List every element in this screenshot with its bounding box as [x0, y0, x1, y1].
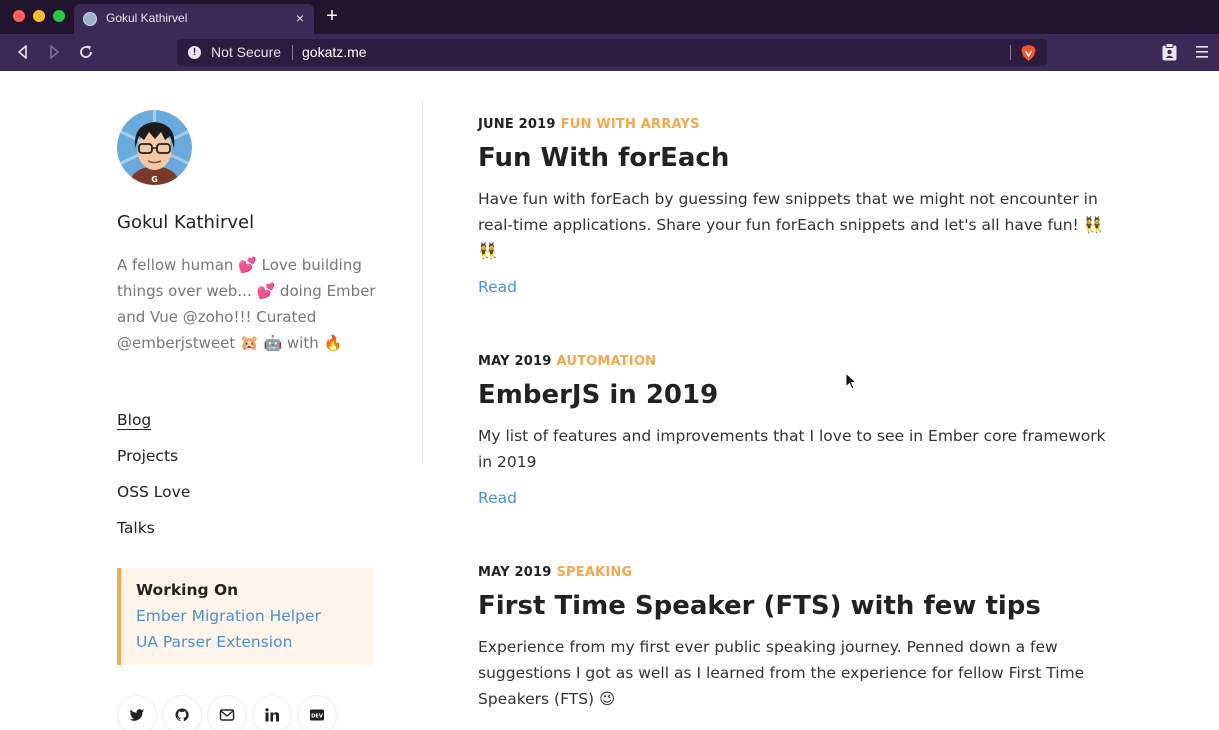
- forward-icon[interactable]: [45, 43, 63, 61]
- menu-icon[interactable]: [1196, 45, 1208, 59]
- avatar: G: [117, 110, 192, 185]
- svg-text:G: G: [151, 175, 158, 184]
- post-meta: MAY 2019 SPEAKING: [478, 563, 1118, 583]
- url-separator: [1010, 45, 1011, 60]
- back-icon[interactable]: [14, 43, 32, 61]
- post-item: JUNE 2019 FUN WITH ARRAYS Fun With forEac…: [478, 115, 1118, 300]
- window-maximize-button[interactable]: [53, 10, 65, 22]
- read-link[interactable]: Read: [478, 274, 1118, 300]
- nav-item-label: Talks: [117, 519, 155, 537]
- url-separator: [292, 45, 293, 60]
- post-description: Have fun with forEach by guessing few sn…: [478, 190, 1103, 260]
- security-label[interactable]: Not Secure: [211, 44, 281, 60]
- tab-title: Gokul Kathirvel: [106, 11, 188, 25]
- nav-item-label: Projects: [117, 447, 179, 465]
- author-bio: A fellow human 💕 Love building things ov…: [117, 256, 376, 352]
- twitter-link[interactable]: [118, 696, 156, 730]
- window-close-button[interactable]: [13, 10, 25, 22]
- github-link[interactable]: [163, 696, 201, 730]
- post-title[interactable]: EmberJS in 2019: [478, 378, 1118, 412]
- sidebar-nav: Blog Projects OSS Love Talks: [117, 410, 190, 554]
- linkedin-icon: [265, 708, 279, 722]
- nav-item-projects[interactable]: Projects: [117, 446, 190, 482]
- reload-icon[interactable]: [77, 43, 95, 61]
- url-text[interactable]: gokatz.me: [302, 44, 367, 60]
- nav-item-blog[interactable]: Blog: [117, 410, 190, 446]
- post-tag[interactable]: SPEAKING: [556, 565, 632, 580]
- read-link[interactable]: Read: [478, 485, 1118, 511]
- working-on-link[interactable]: Ember Migration Helper: [136, 606, 373, 632]
- browser-toolbar: ! Not Secure gokatz.me: [0, 34, 1219, 71]
- post-item: MAY 2019 AUTOMATION EmberJS in 2019 My li…: [478, 352, 1118, 511]
- post-meta: JUNE 2019 FUN WITH ARRAYS: [478, 115, 1118, 135]
- working-on-title: Working On: [136, 581, 239, 599]
- info-icon[interactable]: !: [188, 46, 201, 59]
- clipboard-icon[interactable]: [1161, 43, 1178, 61]
- author-name: Gokul Kathirvel: [117, 212, 255, 233]
- post-item: MAY 2019 SPEAKING First Time Speaker (FTS…: [478, 563, 1118, 712]
- favicon-icon: [83, 12, 97, 26]
- post-title[interactable]: Fun With forEach: [478, 141, 1118, 175]
- browser-tab[interactable]: Gokul Kathirvel ×: [74, 4, 314, 34]
- dev-link[interactable]: DEV: [298, 696, 336, 730]
- working-on-link[interactable]: UA Parser Extension: [136, 632, 373, 658]
- post-date: MAY 2019: [478, 354, 552, 369]
- twitter-icon: [129, 709, 144, 721]
- nav-item-talks[interactable]: Talks: [117, 518, 190, 554]
- post-description: My list of features and improvements tha…: [478, 427, 1106, 471]
- svg-text:DEV: DEV: [311, 714, 323, 720]
- dev-icon: DEV: [310, 709, 324, 721]
- working-on-panel: Working On Ember Migration Helper UA Par…: [117, 568, 373, 665]
- nav-item-label: OSS Love: [117, 483, 191, 501]
- tab-close-icon[interactable]: ×: [292, 10, 308, 26]
- address-bar[interactable]: ! Not Secure gokatz.me: [177, 39, 1047, 66]
- post-description: Experience from my first ever public spe…: [478, 638, 1085, 708]
- post-meta: MAY 2019 AUTOMATION: [478, 352, 1118, 372]
- nav-item-label: Blog: [117, 411, 152, 430]
- post-date: JUNE 2019: [478, 117, 556, 132]
- post-date: MAY 2019: [478, 565, 552, 580]
- email-link[interactable]: [208, 696, 246, 730]
- sidebar-divider: [422, 100, 423, 462]
- mouse-cursor-icon: [845, 372, 857, 390]
- post-tag[interactable]: AUTOMATION: [556, 354, 656, 369]
- post-tag[interactable]: FUN WITH ARRAYS: [561, 117, 700, 132]
- new-tab-button[interactable]: +: [323, 6, 341, 26]
- brave-shield-icon[interactable]: [1020, 44, 1037, 62]
- nav-item-oss-love[interactable]: OSS Love: [117, 482, 190, 518]
- browser-titlebar: Gokul Kathirvel × +: [0, 0, 1219, 34]
- window-minimize-button[interactable]: [33, 10, 45, 22]
- mail-icon: [219, 709, 235, 721]
- github-icon: [175, 708, 189, 722]
- linkedin-link[interactable]: [253, 696, 291, 730]
- post-title[interactable]: First Time Speaker (FTS) with few tips: [478, 589, 1118, 623]
